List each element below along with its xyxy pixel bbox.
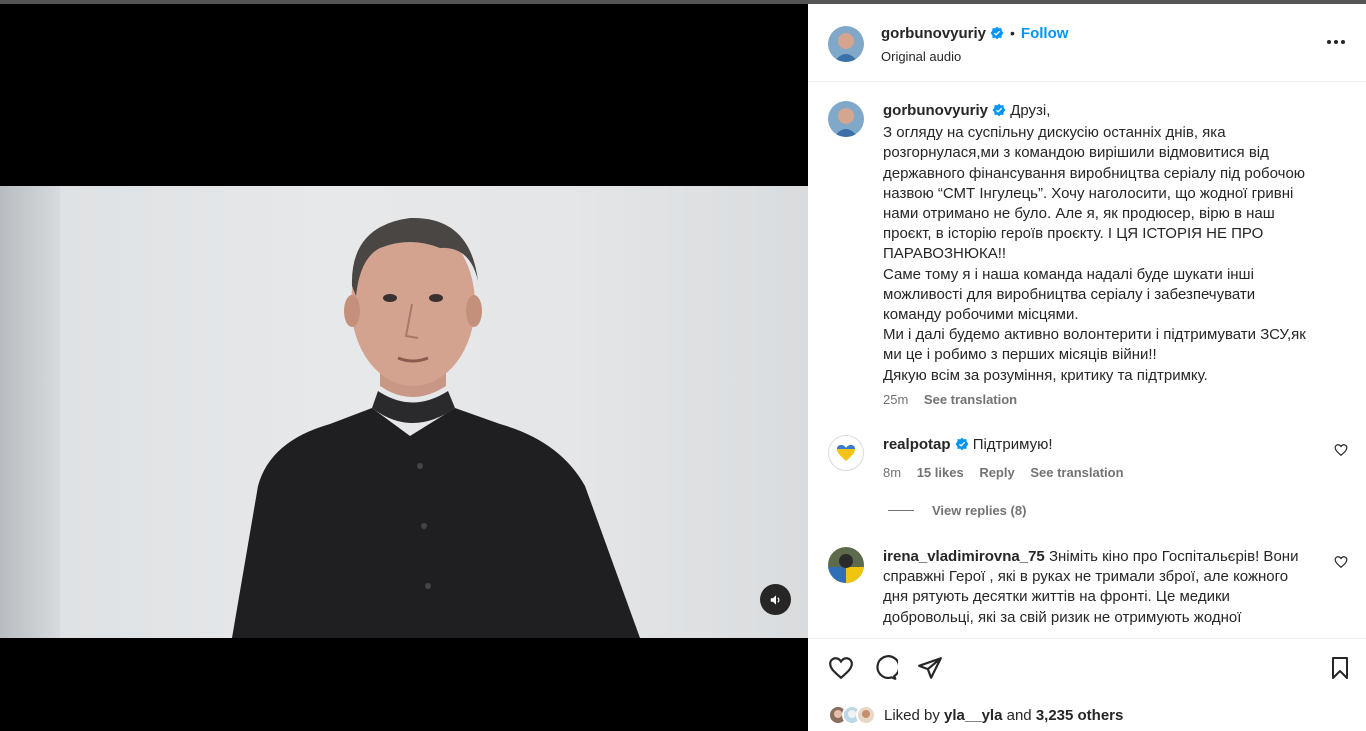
caption-line: проєкт, в історію героїв проєкту. І ЦЯ І… <box>883 225 1264 243</box>
save-bookmark-icon[interactable] <box>1328 655 1352 686</box>
comment-line: Зніміть кіно про Госпітальєрів! Вони <box>1048 548 1299 565</box>
comment-avatar[interactable] <box>828 547 864 583</box>
comment-text: realpotap Підтримую! <box>883 435 1348 457</box>
view-replies-label: View replies (8) <box>932 503 1027 518</box>
comment-username[interactable]: irena_vladimirovna_75 <box>883 548 1045 565</box>
likes-summary: Liked by yla__yla and 3,235 others <box>828 705 1123 725</box>
post-actions-bar: Liked by yla__yla and 3,235 others <box>808 638 1366 731</box>
comment-line: справжні Герої , які в руках не тримали … <box>883 568 1289 586</box>
comment-bubble-icon[interactable] <box>872 655 901 686</box>
comment-like-heart-icon[interactable] <box>1334 443 1348 462</box>
speaker-icon <box>770 594 779 605</box>
likes-text: Liked by yla__yla and 3,235 others <box>884 707 1123 724</box>
comment-meta: 8m 15 likes Reply See translation <box>883 465 1348 480</box>
caption-line: ми це і робимо з перших місяців війни!! <box>883 346 1157 364</box>
video-frame[interactable] <box>0 186 808 638</box>
caption-line: розгорнулася,ми з командою вирішили відм… <box>883 144 1269 162</box>
audio-toggle-button[interactable] <box>760 584 791 615</box>
video-player[interactable] <box>0 4 808 731</box>
post-header: gorbunovyuriy • Follow Original audio <box>808 4 1366 82</box>
caption-line: нами отримано не було. Але я, як продюсе… <box>883 205 1275 223</box>
replies-divider-line <box>888 510 914 511</box>
caption-author-avatar[interactable] <box>828 101 864 137</box>
comment-line: дня рятують десятки життів на фронті. Це… <box>883 588 1230 606</box>
caption-username[interactable]: gorbunovyuriy <box>883 102 988 119</box>
caption-line: команду робочими місцями. <box>883 306 1079 324</box>
author-avatar[interactable] <box>828 26 864 62</box>
comment-see-translation[interactable]: See translation <box>1030 465 1123 480</box>
caption: gorbunovyuriy Друзі, З огляду на суспіль… <box>828 101 1348 407</box>
audio-label[interactable]: Original audio <box>881 49 961 64</box>
liker-avatar[interactable] <box>856 705 876 725</box>
caption-line: З огляду на суспільну дискусію останніх … <box>883 124 1226 142</box>
comment-item: realpotap Підтримую! 8m 15 likes Reply S… <box>828 435 1348 480</box>
caption-text: gorbunovyuriy Друзі, З огляду на суспіль… <box>883 101 1348 386</box>
caption-line: ПАРАВОЗНЮКА!! <box>883 245 1007 263</box>
header-separator: • <box>1010 25 1015 41</box>
comments-scroll-area[interactable]: gorbunovyuriy Друзі, З огляду на суспіль… <box>808 83 1366 638</box>
comment-avatar[interactable] <box>828 435 864 471</box>
verified-badge-icon <box>992 103 1006 123</box>
comment-body: Підтримую! <box>972 436 1053 453</box>
more-options-icon[interactable] <box>1326 32 1346 50</box>
caption-line: можливості для виробництва серіалу і заб… <box>883 285 1256 303</box>
caption-see-translation[interactable]: See translation <box>924 392 1017 407</box>
comment-like-heart-icon[interactable] <box>1334 555 1348 574</box>
like-heart-icon[interactable] <box>828 655 854 686</box>
view-replies-button[interactable]: View replies (8) <box>888 503 1026 518</box>
likes-user-link[interactable]: yla__yla <box>944 707 1002 724</box>
comment-timestamp[interactable]: 8m <box>883 465 901 480</box>
verified-badge-icon <box>990 26 1004 45</box>
likes-prefix: Liked by <box>884 706 940 724</box>
comment-username[interactable]: realpotap <box>883 436 951 453</box>
comment-item: irena_vladimirovna_75 Зніміть кіно про Г… <box>828 547 1348 628</box>
author-username[interactable]: gorbunovyuriy <box>881 25 986 42</box>
post-panel: gorbunovyuriy • Follow Original audio gorb… <box>808 4 1366 731</box>
share-paper-plane-icon[interactable] <box>917 655 943 686</box>
caption-line: назвою “СМТ Інгулець”. Хочу наголосити, … <box>883 184 1294 202</box>
comment-likes-count[interactable]: 15 likes <box>917 465 964 480</box>
caption-meta: 25m See translation <box>883 392 1348 407</box>
caption-line: Друзі, <box>1010 102 1051 119</box>
header-author-line: gorbunovyuriy • Follow <box>881 25 1068 45</box>
likes-count-link[interactable]: 3,235 others <box>1036 707 1124 724</box>
caption-line: Дякую всім за розуміння, критику та підт… <box>883 366 1208 384</box>
likes-middle: and <box>1006 706 1032 724</box>
comment-text: irena_vladimirovna_75 Зніміть кіно про Г… <box>883 547 1348 628</box>
comment-line: добровольці, які за свій ризик не отриму… <box>883 608 1242 626</box>
video-speaker-figure <box>232 217 640 638</box>
verified-badge-icon <box>955 437 969 457</box>
caption-line: Саме тому я і наша команда надалі буде ш… <box>883 265 1254 283</box>
caption-timestamp[interactable]: 25m <box>883 392 908 407</box>
caption-line: Ми і далі будемо активно волонтерити і п… <box>883 326 1306 344</box>
comment-reply-button[interactable]: Reply <box>979 465 1014 480</box>
follow-button[interactable]: Follow <box>1021 25 1069 42</box>
caption-line: державного фінансування виробництва сері… <box>883 164 1306 182</box>
